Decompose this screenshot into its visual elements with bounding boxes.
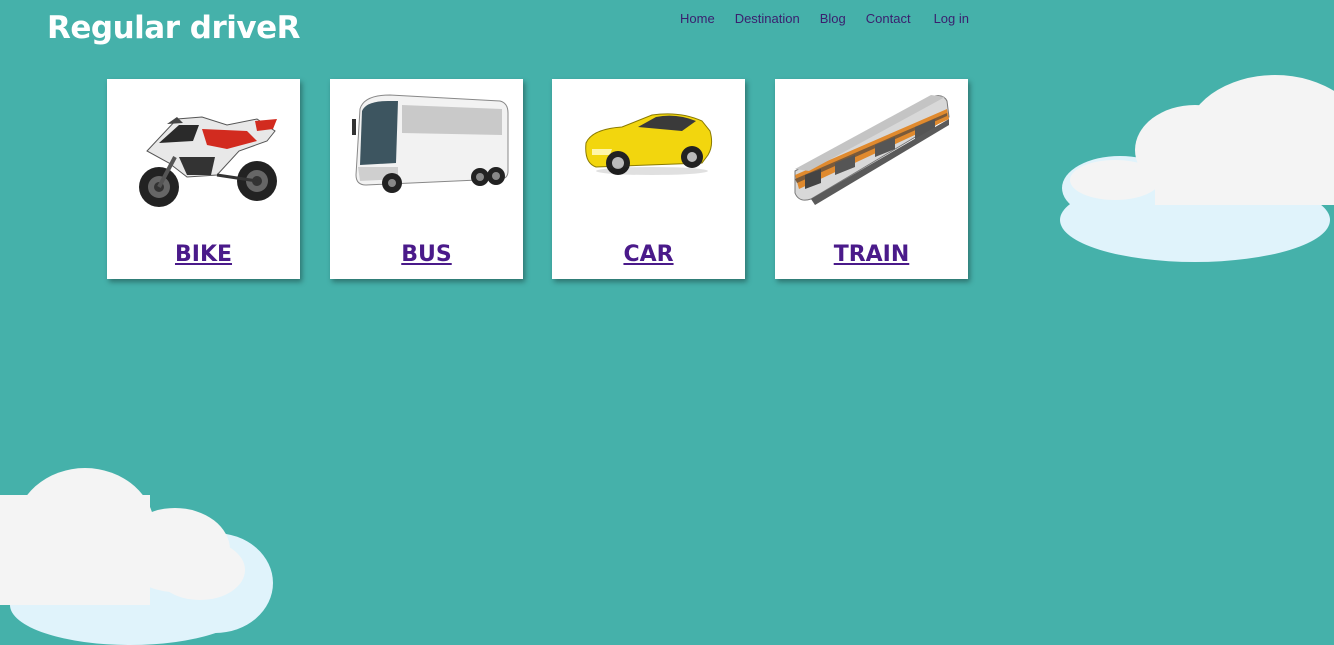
card-label-train[interactable]: TRAIN: [775, 242, 968, 267]
nav-login[interactable]: Log in: [934, 11, 969, 26]
bus-icon: [352, 94, 509, 193]
nav-contact[interactable]: Contact: [866, 11, 911, 26]
train-icon: [794, 95, 950, 205]
card-train[interactable]: TRAIN: [775, 79, 968, 279]
card-car[interactable]: CAR: [552, 79, 745, 279]
cloud-bottom-left: [0, 468, 273, 645]
nav-home[interactable]: Home: [680, 11, 715, 26]
nav-blog[interactable]: Blog: [820, 11, 846, 26]
nav-destination[interactable]: Destination: [735, 11, 800, 26]
site-logo[interactable]: Regular driveR: [47, 10, 301, 46]
motorcycle-icon: [139, 116, 277, 207]
card-label-bike[interactable]: BIKE: [107, 242, 300, 267]
cloud-top-right: [1060, 75, 1334, 262]
main-nav: Home Destination Blog Contact Log in: [680, 11, 969, 26]
card-label-bus[interactable]: BUS: [330, 242, 523, 267]
card-label-car[interactable]: CAR: [552, 242, 745, 267]
card-bus[interactable]: BUS: [330, 79, 523, 279]
card-bike[interactable]: BIKE: [107, 79, 300, 279]
car-icon: [585, 113, 713, 175]
